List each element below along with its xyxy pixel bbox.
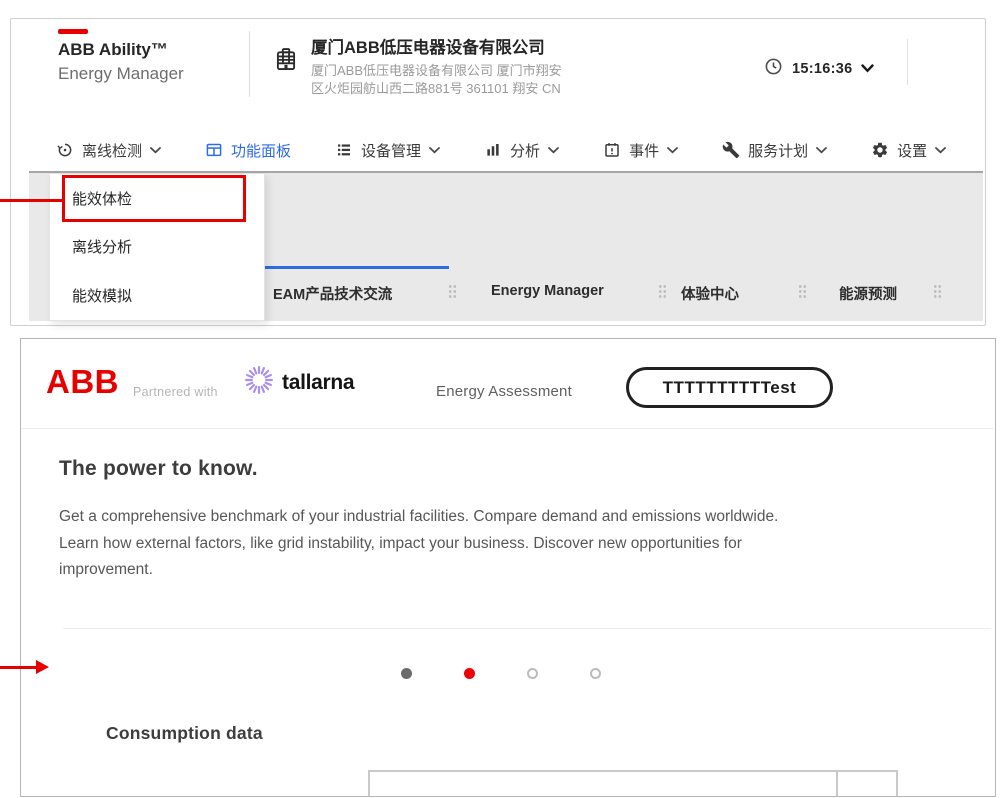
tab-energy-forecast[interactable]: 能源预测 (839, 283, 897, 304)
tab-experience-center[interactable]: 体验中心 (681, 283, 739, 304)
energy-manager-window: ABB Ability™ Energy Manager 厦门ABB低压电器设备有… (10, 18, 986, 326)
building-icon (273, 46, 299, 77)
carousel-dots (401, 668, 601, 679)
tab-drag-handle-icon[interactable] (933, 284, 942, 298)
nav-item-analysis[interactable]: 分析 (484, 140, 559, 161)
intro-line: Get a comprehensive benchmark of your in… (59, 504, 778, 531)
carousel-dot-1[interactable] (401, 668, 412, 679)
app-subtitle: Energy Manager (58, 64, 184, 84)
page-title: The power to know. (59, 457, 258, 481)
tallarna-logo: tallarna (243, 364, 354, 401)
dashboard-icon (205, 141, 223, 159)
intro-line: Learn how external factors, like grid in… (59, 531, 778, 558)
nav-label: 服务计划 (748, 140, 808, 161)
screenshot-root: ABB Ability™ Energy Manager 厦门ABB低压电器设备有… (0, 0, 1001, 798)
company-address-line1: 厦门ABB低压电器设备有限公司 厦门市翔安 (311, 60, 562, 79)
annotation-arrow-head-icon (36, 660, 49, 674)
active-tab-indicator (265, 266, 449, 269)
section-title: Consumption data (106, 723, 263, 744)
clock-icon (764, 57, 783, 81)
header-divider (249, 31, 250, 97)
calendar-alert-icon (603, 141, 621, 159)
nav-item-dashboard[interactable]: 功能面板 (205, 140, 291, 161)
app-title: ABB Ability™ (58, 40, 168, 60)
tab-eam-exchange[interactable]: EAM产品技术交流 (273, 283, 392, 304)
annotation-highlight-rect (62, 175, 246, 222)
intro-paragraph: Get a comprehensive benchmark of your in… (59, 504, 778, 584)
chevron-down-icon (861, 60, 874, 78)
tab-drag-handle-icon[interactable] (658, 284, 667, 298)
nav-label: 离线检测 (82, 140, 142, 161)
annotation-callout-line (0, 199, 62, 202)
tallarna-wordmark: tallarna (282, 371, 354, 395)
wrench-icon (722, 141, 740, 159)
history-icon (56, 141, 74, 159)
carousel-dot-2[interactable] (464, 668, 475, 679)
nav-item-offline-detection[interactable]: 离线检测 (56, 140, 161, 161)
nav-label: 功能面板 (231, 140, 291, 161)
nav-label: 设置 (897, 140, 927, 161)
nav-item-events[interactable]: 事件 (603, 140, 678, 161)
nav-label: 分析 (510, 140, 540, 161)
chevron-down-icon (429, 147, 440, 154)
nav-item-service-plan[interactable]: 服务计划 (722, 140, 827, 161)
tab-energy-manager[interactable]: Energy Manager (491, 283, 604, 299)
annotation-arrow-line (0, 666, 36, 669)
tab-drag-handle-icon[interactable] (448, 284, 457, 298)
menu-item-offline-analysis[interactable]: 离线分析 (50, 223, 264, 272)
tallarna-sunburst-icon (243, 364, 275, 401)
input-box-divider (836, 772, 838, 797)
chevron-down-icon (816, 147, 827, 154)
chevron-down-icon (667, 147, 678, 154)
header-rule (21, 428, 993, 429)
menu-item-energy-simulation[interactable]: 能效模拟 (50, 271, 264, 320)
intro-line: improvement. (59, 557, 778, 584)
partnered-with-label: Partnered with (133, 385, 218, 399)
chevron-down-icon (548, 147, 559, 154)
nav-label: 设备管理 (361, 140, 421, 161)
product-label: Energy Assessment (436, 383, 572, 400)
abb-red-dash (58, 29, 88, 34)
consumption-input-box[interactable] (368, 770, 898, 797)
device-list-icon (335, 141, 353, 159)
section-rule (63, 628, 991, 629)
clock-dropdown[interactable]: 15:16:36 (764, 57, 874, 81)
header-divider-right (907, 39, 908, 85)
main-nav: 离线检测 功能面板 (56, 135, 946, 165)
nav-item-device-management[interactable]: 设备管理 (335, 140, 440, 161)
abb-logo: ABB (46, 365, 119, 398)
carousel-dot-3[interactable] (527, 668, 538, 679)
company-name: 厦门ABB低压电器设备有限公司 (311, 34, 545, 58)
gear-icon (871, 141, 889, 159)
energy-assessment-window: ABB Partnered with (20, 338, 996, 797)
nav-item-settings[interactable]: 设置 (871, 140, 946, 161)
company-address-line2: 区火炬园舫山西二路881号 361101 翔安 CN (311, 78, 561, 97)
chevron-down-icon (935, 147, 946, 154)
chevron-down-icon (150, 147, 161, 154)
current-time: 15:16:36 (792, 61, 852, 77)
carousel-dot-4[interactable] (590, 668, 601, 679)
nav-label: 事件 (629, 140, 659, 161)
tab-drag-handle-icon[interactable] (798, 284, 807, 298)
account-pill-button[interactable]: TTTTTTTTTTest (626, 367, 833, 408)
bar-chart-icon (484, 141, 502, 159)
